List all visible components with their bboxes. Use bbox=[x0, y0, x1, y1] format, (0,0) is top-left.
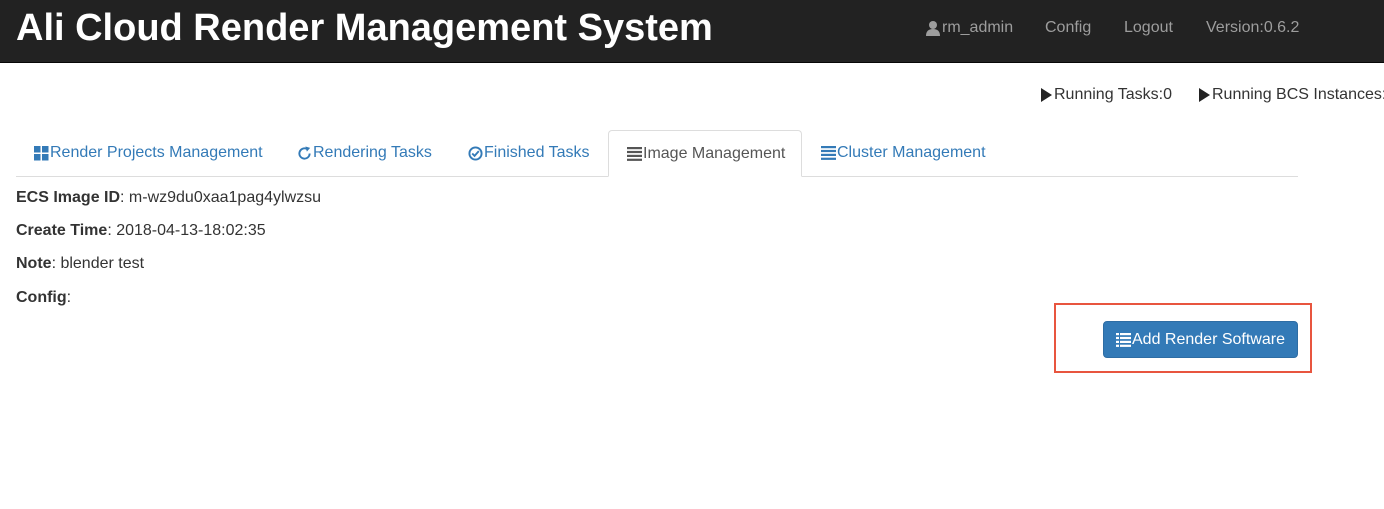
nav-config-label: Config bbox=[1045, 19, 1092, 36]
nav-version-label: Version:0.6.2 bbox=[1206, 19, 1300, 36]
play-icon bbox=[1041, 88, 1052, 102]
running-tasks-label: Running Tasks:0 bbox=[1054, 86, 1172, 103]
navbar: Ali Cloud Render Management System rm_ad… bbox=[0, 0, 1384, 63]
running-tasks-status: Running Tasks:0 bbox=[1041, 86, 1172, 104]
nav-logout-label: Logout bbox=[1124, 19, 1173, 36]
tab-label: Rendering Tasks bbox=[313, 144, 432, 161]
tab-image-management[interactable]: Image Management bbox=[608, 130, 803, 177]
nav-version: Version:0.6.2 bbox=[1206, 0, 1299, 56]
list-icon bbox=[627, 146, 642, 161]
note-row: Note: blender test bbox=[16, 255, 145, 272]
check-circle-icon bbox=[468, 145, 483, 161]
config-label: Config bbox=[16, 289, 67, 306]
create-time-row: Create Time: 2018-04-13-18:02:35 bbox=[16, 222, 266, 239]
tab-label: Render Projects Management bbox=[50, 144, 263, 161]
ecs-image-id-label: ECS Image ID bbox=[16, 189, 121, 206]
add-render-software-label: Add Render Software bbox=[1132, 330, 1285, 348]
nav-config-link[interactable]: Config bbox=[1045, 0, 1091, 56]
create-time-value: 2018-04-13-18:02:35 bbox=[116, 222, 266, 239]
app-title[interactable]: Ali Cloud Render Management System bbox=[16, 6, 713, 50]
running-bcs-status: Running BCS Instances: bbox=[1199, 86, 1384, 104]
create-time-label: Create Time bbox=[16, 222, 108, 239]
add-render-software-button[interactable]: Add Render Software bbox=[1103, 321, 1298, 358]
config-row: Config: bbox=[16, 289, 72, 306]
note-value: blender test bbox=[60, 255, 145, 272]
tab-finished-tasks[interactable]: Finished Tasks bbox=[468, 130, 590, 176]
tab-render-projects[interactable]: Render Projects Management bbox=[34, 130, 263, 176]
list-icon bbox=[821, 146, 836, 160]
tab-bar: Render Projects Management Rendering Tas… bbox=[16, 130, 1298, 177]
nav-logout-link[interactable]: Logout bbox=[1124, 0, 1173, 56]
user-icon bbox=[926, 21, 940, 36]
tab-label: Cluster Management bbox=[837, 144, 986, 161]
ecs-image-id-row: ECS Image ID: m-wz9du0xaa1pag4ylwzsu bbox=[16, 189, 322, 206]
note-label: Note bbox=[16, 255, 52, 272]
th-large-icon bbox=[34, 145, 49, 160]
refresh-icon bbox=[298, 145, 311, 160]
nav-user-label: rm_admin bbox=[942, 19, 1014, 36]
list-icon bbox=[1116, 332, 1131, 347]
tab-label: Image Management bbox=[643, 144, 786, 162]
play-icon bbox=[1199, 88, 1210, 102]
tab-label: Finished Tasks bbox=[484, 144, 590, 161]
tab-cluster-management[interactable]: Cluster Management bbox=[821, 130, 986, 176]
nav-user[interactable]: rm_admin bbox=[925, 0, 1013, 56]
ecs-image-id-value: m-wz9du0xaa1pag4ylwzsu bbox=[128, 189, 322, 206]
running-bcs-label: Running BCS Instances: bbox=[1212, 86, 1384, 103]
tab-rendering-tasks[interactable]: Rendering Tasks bbox=[297, 130, 432, 176]
